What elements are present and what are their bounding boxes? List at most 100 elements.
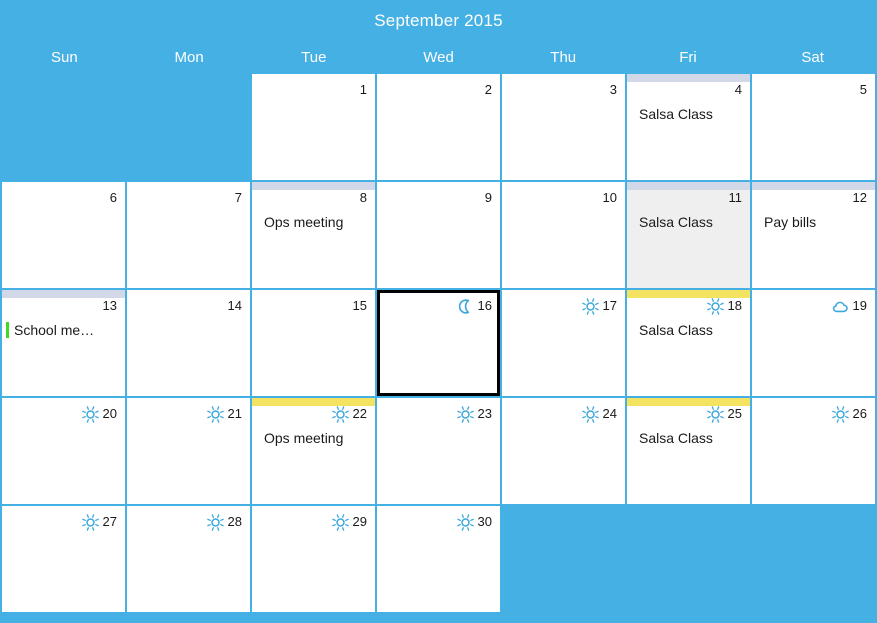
day-cell-4[interactable]: 4 Salsa Class (627, 74, 750, 180)
day-cell-14[interactable]: 14 (127, 290, 250, 396)
day-cell-18[interactable]: 18 Salsa Class (627, 290, 750, 396)
day-cell-22[interactable]: 22 Ops meeting (252, 398, 375, 504)
event-color-marker (631, 106, 634, 122)
calendar-title: September 2015 (374, 11, 503, 30)
day-header: 30 (456, 512, 492, 532)
day-number: 26 (852, 406, 867, 421)
event-item[interactable]: Salsa Class (631, 428, 744, 448)
day-cell-9[interactable]: 9 (377, 182, 500, 288)
day-header: 29 (331, 512, 367, 532)
sun-icon (456, 513, 474, 531)
sun-icon (206, 405, 224, 423)
day-cell-11[interactable]: 11 Salsa Class (627, 182, 750, 288)
day-cell-25[interactable]: 25 Salsa Class (627, 398, 750, 504)
event-item[interactable]: Pay bills (756, 212, 869, 232)
day-cell-empty (502, 506, 625, 612)
day-cell-empty (127, 74, 250, 180)
day-header: 6 (110, 188, 117, 208)
event-item[interactable]: Salsa Class (631, 212, 744, 232)
day-cell-12[interactable]: 12 Pay bills (752, 182, 875, 288)
event-color-marker (756, 214, 759, 230)
day-cell-19[interactable]: 19 (752, 290, 875, 396)
day-number: 15 (352, 298, 367, 313)
day-cell-27[interactable]: 27 (2, 506, 125, 612)
day-number: 21 (227, 406, 242, 421)
day-cell-3[interactable]: 3 (502, 74, 625, 180)
day-cell-2[interactable]: 2 (377, 74, 500, 180)
day-number: 24 (602, 406, 617, 421)
day-header: 16 (456, 296, 492, 316)
day-header: 14 (228, 296, 242, 316)
day-cell-10[interactable]: 10 (502, 182, 625, 288)
calendar-grid: 1 2 3 4 Salsa Class 5 6 7 8 Ops meeting 9 10 11 Salsa… (0, 74, 877, 616)
day-cell-16[interactable]: 16 (377, 290, 500, 396)
day-header: 22 (331, 404, 367, 424)
week-row: 1 2 3 4 Salsa Class 5 (2, 74, 875, 180)
day-number: 17 (602, 298, 617, 313)
day-cell-17[interactable]: 17 (502, 290, 625, 396)
day-number: 20 (102, 406, 117, 421)
event-item[interactable]: Salsa Class (631, 104, 744, 124)
day-number: 8 (359, 190, 367, 205)
weekday-label-fri: Fri (679, 49, 697, 66)
day-cell-24[interactable]: 24 (502, 398, 625, 504)
day-number: 25 (727, 406, 742, 421)
day-cell-15[interactable]: 15 (252, 290, 375, 396)
event-title: Ops meeting (264, 430, 344, 446)
day-accent-bar (252, 182, 375, 190)
day-cell-1[interactable]: 1 (252, 74, 375, 180)
day-number: 3 (609, 82, 617, 97)
day-cell-28[interactable]: 28 (127, 506, 250, 612)
weekday-label-wed: Wed (423, 49, 454, 66)
event-title: Pay bills (764, 214, 817, 230)
sun-icon (331, 405, 349, 423)
week-row: 20 21 22 Ops meeting 23 24 25 Salsa Class 26 (2, 398, 875, 504)
event-list: Salsa Class (627, 212, 750, 232)
day-number: 23 (477, 406, 492, 421)
weekday-label-sun: Sun (51, 49, 78, 66)
event-item[interactable]: Ops meeting (256, 212, 369, 232)
day-cell-29[interactable]: 29 (252, 506, 375, 612)
day-header: 23 (456, 404, 492, 424)
day-cell-13[interactable]: 13 School me… (2, 290, 125, 396)
day-header: 20 (81, 404, 117, 424)
day-number: 6 (109, 190, 117, 205)
event-color-marker (631, 214, 634, 230)
day-number: 13 (102, 298, 117, 313)
event-item[interactable]: Salsa Class (631, 320, 744, 340)
day-header: 15 (353, 296, 367, 316)
day-cell-30[interactable]: 30 (377, 506, 500, 612)
event-list: Salsa Class (627, 320, 750, 340)
weekday-header-row: Sun Mon Tue Wed Thu Fri Sat (0, 42, 877, 74)
day-number: 11 (728, 190, 743, 205)
week-row: 6 7 8 Ops meeting 9 10 11 Salsa Class 12 Pay bill… (2, 182, 875, 288)
day-cell-7[interactable]: 7 (127, 182, 250, 288)
day-header: 17 (581, 296, 617, 316)
event-title: Ops meeting (264, 214, 344, 230)
day-header: 25 (706, 404, 742, 424)
day-number: 1 (359, 82, 367, 97)
week-row: 13 School me… 14 15 16 17 18 Salsa Class 19 (2, 290, 875, 396)
event-item[interactable]: School me… (6, 320, 119, 340)
day-cell-6[interactable]: 6 (2, 182, 125, 288)
day-number: 28 (227, 514, 242, 529)
day-number: 2 (484, 82, 492, 97)
event-color-marker (6, 322, 9, 338)
day-cell-20[interactable]: 20 (2, 398, 125, 504)
event-color-marker (256, 214, 259, 230)
event-list: School me… (2, 320, 125, 340)
day-cell-21[interactable]: 21 (127, 398, 250, 504)
event-list: Salsa Class (627, 104, 750, 124)
month-calendar: September 2015 Sun Mon Tue Wed Thu Fri Sat 123… (0, 0, 877, 623)
day-number: 10 (602, 190, 617, 205)
day-cell-empty (752, 506, 875, 612)
day-number: 5 (859, 82, 867, 97)
day-header: 8 (360, 188, 367, 208)
day-number: 16 (477, 298, 492, 313)
day-cell-8[interactable]: 8 Ops meeting (252, 182, 375, 288)
day-cell-26[interactable]: 26 (752, 398, 875, 504)
day-cell-23[interactable]: 23 (377, 398, 500, 504)
day-cell-5[interactable]: 5 (752, 74, 875, 180)
event-item[interactable]: Ops meeting (256, 428, 369, 448)
event-title: School me… (14, 322, 95, 338)
